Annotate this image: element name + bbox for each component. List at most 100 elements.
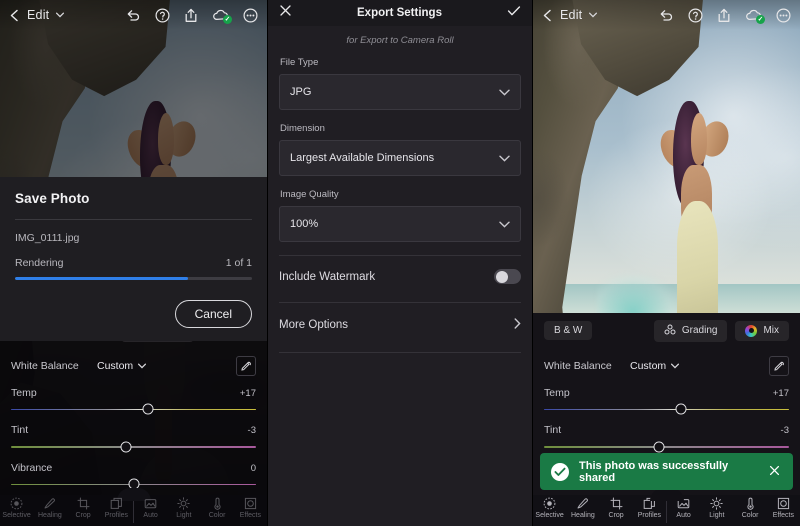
caret-down-icon — [138, 363, 146, 369]
save-status-text: Rendering — [15, 257, 63, 269]
bw-toggle-button[interactable]: B & W — [544, 321, 592, 340]
caret-down-icon[interactable] — [589, 12, 597, 18]
caret-down-icon — [671, 363, 679, 369]
tool-light[interactable]: Light — [167, 497, 200, 519]
slider-tint-label: Tint — [544, 424, 561, 436]
back-button[interactable] — [542, 9, 553, 22]
file-type-select[interactable]: JPG — [279, 74, 521, 110]
tool-crop[interactable]: Crop — [67, 497, 100, 519]
include-watermark-row[interactable]: Include Watermark — [279, 256, 521, 297]
tool-light-label: Light — [709, 512, 724, 519]
share-upload-icon[interactable] — [184, 8, 198, 23]
slider-temp-handle[interactable] — [676, 404, 687, 415]
color-wheel-icon — [745, 325, 757, 337]
tool-selective-label: Selective — [2, 512, 30, 519]
slider-temp-track[interactable] — [11, 409, 256, 411]
tool-healing[interactable]: Healing — [566, 497, 599, 519]
white-balance-select[interactable]: Custom — [97, 360, 146, 372]
more-circle-icon[interactable] — [243, 8, 258, 23]
file-type-value: JPG — [290, 86, 311, 98]
white-balance-label: White Balance — [11, 360, 97, 372]
grading-label: Grading — [682, 325, 718, 336]
more-circle-icon[interactable] — [776, 8, 791, 23]
tool-light[interactable]: Light — [700, 497, 733, 519]
share-success-toast: This photo was successfully shared — [540, 453, 793, 490]
slider-vibrance-label: Vibrance — [11, 462, 52, 474]
cloud-synced-icon[interactable]: ✓ — [745, 9, 762, 22]
selective-icon — [10, 497, 23, 510]
save-filename: IMG_0111.jpg — [15, 232, 252, 244]
cloud-synced-icon[interactable]: ✓ — [212, 9, 229, 22]
bw-label: B & W — [554, 325, 582, 336]
tool-color-label: Color — [742, 512, 759, 519]
white-balance-select[interactable]: Custom — [630, 360, 679, 372]
chevron-right-icon — [514, 316, 521, 334]
panel-share-success: Edit ✓ — [533, 0, 800, 526]
slider-tint-handle[interactable] — [654, 441, 665, 452]
tool-selective-label: Selective — [535, 512, 563, 519]
dimension-select[interactable]: Largest Available Dimensions — [279, 140, 521, 176]
slider-tint-track[interactable] — [11, 446, 256, 448]
dimension-label: Dimension — [280, 123, 521, 134]
save-count-text: 1 of 1 — [226, 257, 252, 269]
healing-brush-icon — [43, 497, 56, 510]
slider-temp-handle[interactable] — [143, 404, 154, 415]
tool-auto-label: Auto — [676, 512, 690, 519]
image-quality-select[interactable]: 100% — [279, 206, 521, 242]
slider-temp: Temp +17 — [533, 383, 800, 421]
slider-temp-track[interactable] — [544, 409, 789, 411]
cancel-button[interactable]: Cancel — [175, 300, 252, 328]
effects-icon — [777, 497, 790, 510]
slider-tint-handle[interactable] — [121, 441, 132, 452]
undo-icon[interactable] — [126, 9, 141, 21]
help-circle-icon[interactable] — [688, 8, 703, 23]
effects-icon — [244, 497, 257, 510]
slider-temp: Temp +17 — [0, 383, 267, 421]
tool-color[interactable]: Color — [201, 497, 234, 519]
healing-brush-icon — [576, 497, 589, 510]
toast-close-button[interactable] — [767, 464, 782, 479]
share-upload-icon[interactable] — [717, 8, 731, 23]
help-circle-icon[interactable] — [155, 8, 170, 23]
profiles-icon — [110, 497, 123, 510]
bottom-toolbar-left: Selective Healing Crop Profiles Auto L — [0, 495, 267, 526]
slider-vibrance-track[interactable] — [11, 484, 256, 486]
tool-effects[interactable]: Effects — [767, 497, 800, 519]
slider-tint-value: -3 — [781, 425, 789, 436]
grading-button[interactable]: Grading — [654, 320, 728, 342]
chevron-down-icon — [499, 149, 510, 167]
tool-effects-label: Effects — [240, 512, 261, 519]
tool-healing[interactable]: Healing — [33, 497, 66, 519]
toast-message: This photo was successfully shared — [579, 460, 757, 484]
tool-healing-label: Healing — [38, 512, 62, 519]
back-button[interactable] — [9, 9, 20, 22]
eyedropper-button[interactable] — [769, 356, 789, 376]
cloud-sync-badge: ✓ — [223, 15, 232, 24]
image-quality-value: 100% — [290, 218, 318, 230]
undo-icon[interactable] — [659, 9, 674, 21]
tool-healing-label: Healing — [571, 512, 595, 519]
edit-title: Edit — [560, 8, 582, 22]
screenshot-root: Edit ✓ — [0, 0, 800, 526]
eyedropper-button[interactable] — [236, 356, 256, 376]
include-watermark-toggle[interactable] — [494, 269, 521, 284]
tool-effects[interactable]: Effects — [234, 497, 267, 519]
export-close-button[interactable] — [279, 4, 292, 22]
export-confirm-button[interactable] — [507, 4, 521, 22]
light-sun-icon — [177, 497, 190, 510]
grading-dots-icon — [664, 324, 676, 338]
more-options-label: More Options — [279, 319, 348, 331]
tool-crop[interactable]: Crop — [600, 497, 633, 519]
caret-down-icon[interactable] — [56, 12, 64, 18]
slider-temp-value: +17 — [240, 388, 256, 399]
more-options-row[interactable]: More Options — [279, 303, 521, 347]
slider-tint-track[interactable] — [544, 446, 789, 448]
tool-color[interactable]: Color — [734, 497, 767, 519]
tool-selective[interactable]: Selective — [533, 497, 566, 519]
tool-selective[interactable]: Selective — [0, 497, 33, 519]
color-thermometer-icon — [744, 497, 757, 510]
edit-title: Edit — [27, 8, 49, 22]
chevron-down-icon — [499, 215, 510, 233]
mix-button[interactable]: Mix — [735, 321, 789, 341]
save-progress-bar — [15, 277, 252, 280]
